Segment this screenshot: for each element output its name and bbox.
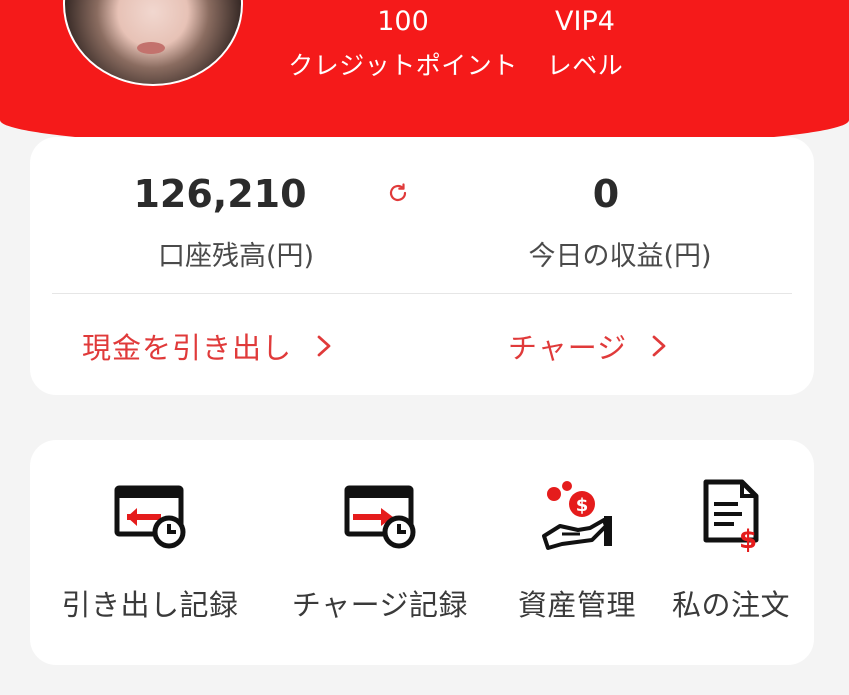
today-earnings-label: 今日の収益(円) — [528, 241, 712, 272]
menu-item-my-order[interactable]: $ 私の注文 — [656, 474, 806, 624]
credit-points-label: クレジットポイント — [288, 51, 518, 80]
menu-item-label: 私の注文 — [671, 588, 790, 622]
menu-item-asset-management[interactable]: $ 資産管理 — [502, 474, 652, 624]
svg-text:$: $ — [739, 525, 757, 555]
account-balance-value: 126,210 — [133, 172, 307, 216]
level-label: レベル — [546, 51, 624, 80]
menu-item-label: チャージ記録 — [291, 588, 469, 622]
asset-management-icon: $ — [542, 481, 612, 550]
charge-button-label: チャージ — [508, 331, 628, 365]
svg-text:$: $ — [576, 495, 589, 516]
charge-button[interactable]: チャージ — [508, 325, 669, 367]
withdraw-button[interactable]: 現金を引き出し — [82, 325, 334, 367]
balance-card: 126,210 0 口座残高(円) 今日の収益(円) 現金を引き出し チャージ — [30, 137, 814, 395]
refresh-icon[interactable] — [386, 181, 410, 205]
credit-points-stat: 100 クレジットポイント — [278, 8, 528, 78]
chevron-right-icon — [652, 335, 666, 357]
credit-points-value: 100 — [377, 6, 429, 37]
menu-item-charge-record[interactable]: チャージ記録 — [270, 474, 490, 624]
charge-record-icon — [344, 485, 416, 549]
menu-item-label: 引き出し記録 — [61, 588, 239, 622]
level-stat: VIP4 レベル — [535, 8, 635, 78]
menu-item-withdraw-record[interactable]: 引き出し記録 — [40, 474, 260, 624]
account-balance-label: 口座残高(円) — [157, 241, 315, 272]
avatar-image-detail — [137, 42, 165, 54]
menu-card: 引き出し記録 チャージ記録 $ 資産管理 $ 私の注文 — [30, 440, 814, 665]
withdraw-button-label: 現金を引き出し — [82, 331, 293, 365]
divider — [52, 293, 792, 294]
my-order-icon: $ — [703, 479, 759, 555]
chevron-right-icon — [317, 335, 331, 357]
today-earnings-value: 0 — [592, 172, 620, 216]
menu-item-label: 資産管理 — [517, 588, 636, 622]
withdraw-record-icon — [114, 485, 186, 549]
level-value: VIP4 — [555, 6, 615, 37]
